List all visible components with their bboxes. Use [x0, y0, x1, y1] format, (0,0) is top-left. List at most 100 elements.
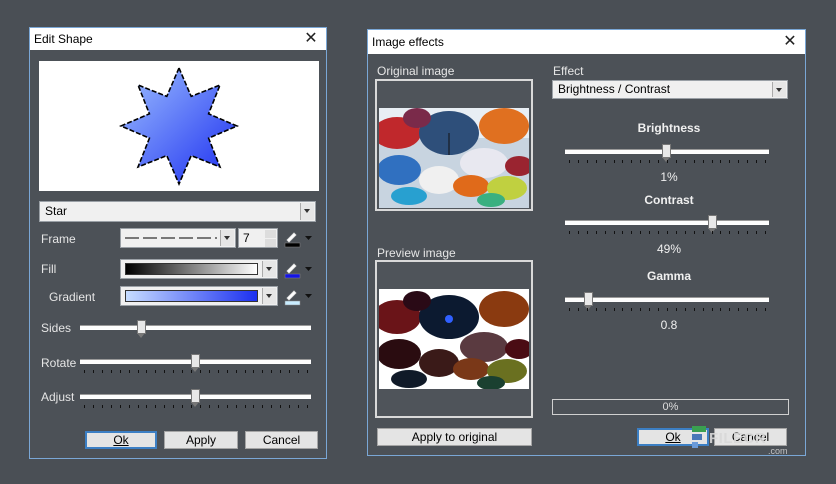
slider-tick	[658, 308, 660, 311]
pen-icon	[284, 263, 312, 279]
slider-tick	[164, 405, 166, 408]
slider-tick	[577, 160, 579, 163]
pen-icon	[284, 232, 312, 248]
slider-tick	[658, 231, 660, 234]
chevron-down-icon[interactable]	[262, 261, 276, 277]
slider-tick	[604, 231, 606, 234]
slider-tick	[640, 231, 642, 234]
slider-tick	[675, 308, 677, 311]
slider-tick	[622, 308, 624, 311]
slider-tick	[569, 308, 570, 311]
adjust-label: Adjust	[41, 390, 75, 404]
contrast-value: 49%	[656, 242, 682, 256]
slider-thumb[interactable]	[583, 292, 593, 310]
close-icon[interactable]: ✕	[304, 28, 318, 50]
slider-tick	[693, 160, 695, 163]
slider-tick	[631, 231, 633, 234]
slider-tick	[738, 160, 740, 163]
slider-tick	[173, 405, 175, 408]
frame-style-select[interactable]	[120, 228, 236, 248]
slider-tick	[595, 160, 597, 163]
slider-thumb[interactable]	[662, 144, 671, 162]
slider-tick	[271, 405, 273, 408]
slider-tick	[684, 231, 686, 234]
slider-thumb[interactable]	[190, 389, 200, 407]
frame-color-button[interactable]	[283, 228, 313, 248]
sides-slider[interactable]	[80, 320, 311, 342]
slider-tick	[155, 370, 157, 373]
image-effects-titlebar[interactable]: Image effects ✕	[368, 30, 805, 54]
shape-preview	[39, 61, 319, 191]
slider-tick	[217, 370, 219, 373]
slider-tick	[191, 405, 193, 408]
slider-tick	[649, 308, 651, 311]
chevron-down-icon[interactable]	[772, 82, 786, 97]
pen-icon	[284, 290, 312, 306]
shape-type-select[interactable]: Star	[39, 201, 316, 222]
contrast-slider[interactable]	[565, 215, 769, 237]
slider-tick	[631, 160, 633, 163]
original-image-label: Original image	[377, 64, 455, 78]
fill-select[interactable]	[120, 259, 278, 279]
slider-tick	[208, 405, 210, 408]
slider-tick	[720, 160, 722, 163]
ok-button[interactable]: Ok	[85, 431, 157, 449]
slider-tick	[702, 231, 704, 234]
slider-tick	[289, 370, 291, 373]
dash-line-icon	[125, 237, 217, 239]
slider-tick	[604, 308, 606, 311]
spin-down-icon[interactable]	[265, 239, 276, 247]
slider-tick	[110, 405, 112, 408]
close-icon[interactable]: ✕	[783, 30, 797, 54]
slider-tick	[164, 370, 166, 373]
adjust-slider[interactable]	[80, 389, 311, 411]
slider-tick	[765, 308, 766, 311]
edit-shape-titlebar[interactable]: Edit Shape ✕	[30, 28, 326, 50]
slider-tick	[649, 160, 651, 163]
chevron-down-icon[interactable]	[220, 230, 234, 246]
slider-thumb[interactable]	[136, 320, 146, 338]
rotate-slider[interactable]	[80, 354, 311, 376]
slider-tick	[756, 160, 758, 163]
spin-up-icon[interactable]	[265, 230, 276, 238]
slider-tick	[747, 231, 749, 234]
slider-tick	[298, 405, 300, 408]
slider-tick	[173, 370, 175, 373]
brightness-slider[interactable]	[565, 144, 769, 166]
filecr-suffix: .com	[768, 446, 788, 456]
apply-to-original-button[interactable]: Apply to original	[377, 428, 532, 446]
chevron-down-icon[interactable]	[300, 203, 314, 220]
slider-tick	[729, 231, 731, 234]
slider-tick	[235, 370, 237, 373]
apply-button[interactable]: Apply	[164, 431, 238, 449]
gamma-slider[interactable]	[565, 292, 769, 314]
slider-tick	[604, 160, 606, 163]
shape-type-value: Star	[45, 204, 68, 218]
star-shape	[118, 65, 240, 187]
gradient-color-button[interactable]	[283, 286, 313, 306]
filecr-brand: FILECR	[709, 430, 767, 447]
gradient-select[interactable]	[120, 286, 278, 306]
slider-thumb[interactable]	[190, 354, 200, 372]
slider-tick	[577, 308, 579, 311]
umbrellas-preview-photo	[379, 289, 529, 389]
edit-shape-dialog: Edit Shape ✕ Star Frame 7 Fill Gradient …	[29, 27, 327, 459]
slider-tick	[693, 308, 695, 311]
slider-tick	[137, 405, 139, 408]
slider-tick	[613, 231, 615, 234]
slider-thumb[interactable]	[708, 215, 718, 233]
slider-tick	[613, 160, 615, 163]
slider-tick	[684, 160, 686, 163]
cancel-button[interactable]: Cancel	[245, 431, 318, 449]
chevron-down-icon[interactable]	[262, 288, 276, 304]
image-effects-dialog: Image effects ✕ Original image Preview i…	[367, 29, 806, 456]
frame-width-spinner[interactable]: 7	[238, 228, 278, 248]
gradient-label: Gradient	[49, 290, 96, 304]
slider-tick	[720, 231, 722, 234]
effect-select[interactable]: Brightness / Contrast	[552, 80, 788, 99]
fill-color-button[interactable]	[283, 259, 313, 279]
slider-tick	[137, 370, 139, 373]
apply-button-label: Apply	[185, 433, 217, 447]
slider-tick	[595, 308, 597, 311]
fill-label: Fill	[41, 262, 57, 276]
